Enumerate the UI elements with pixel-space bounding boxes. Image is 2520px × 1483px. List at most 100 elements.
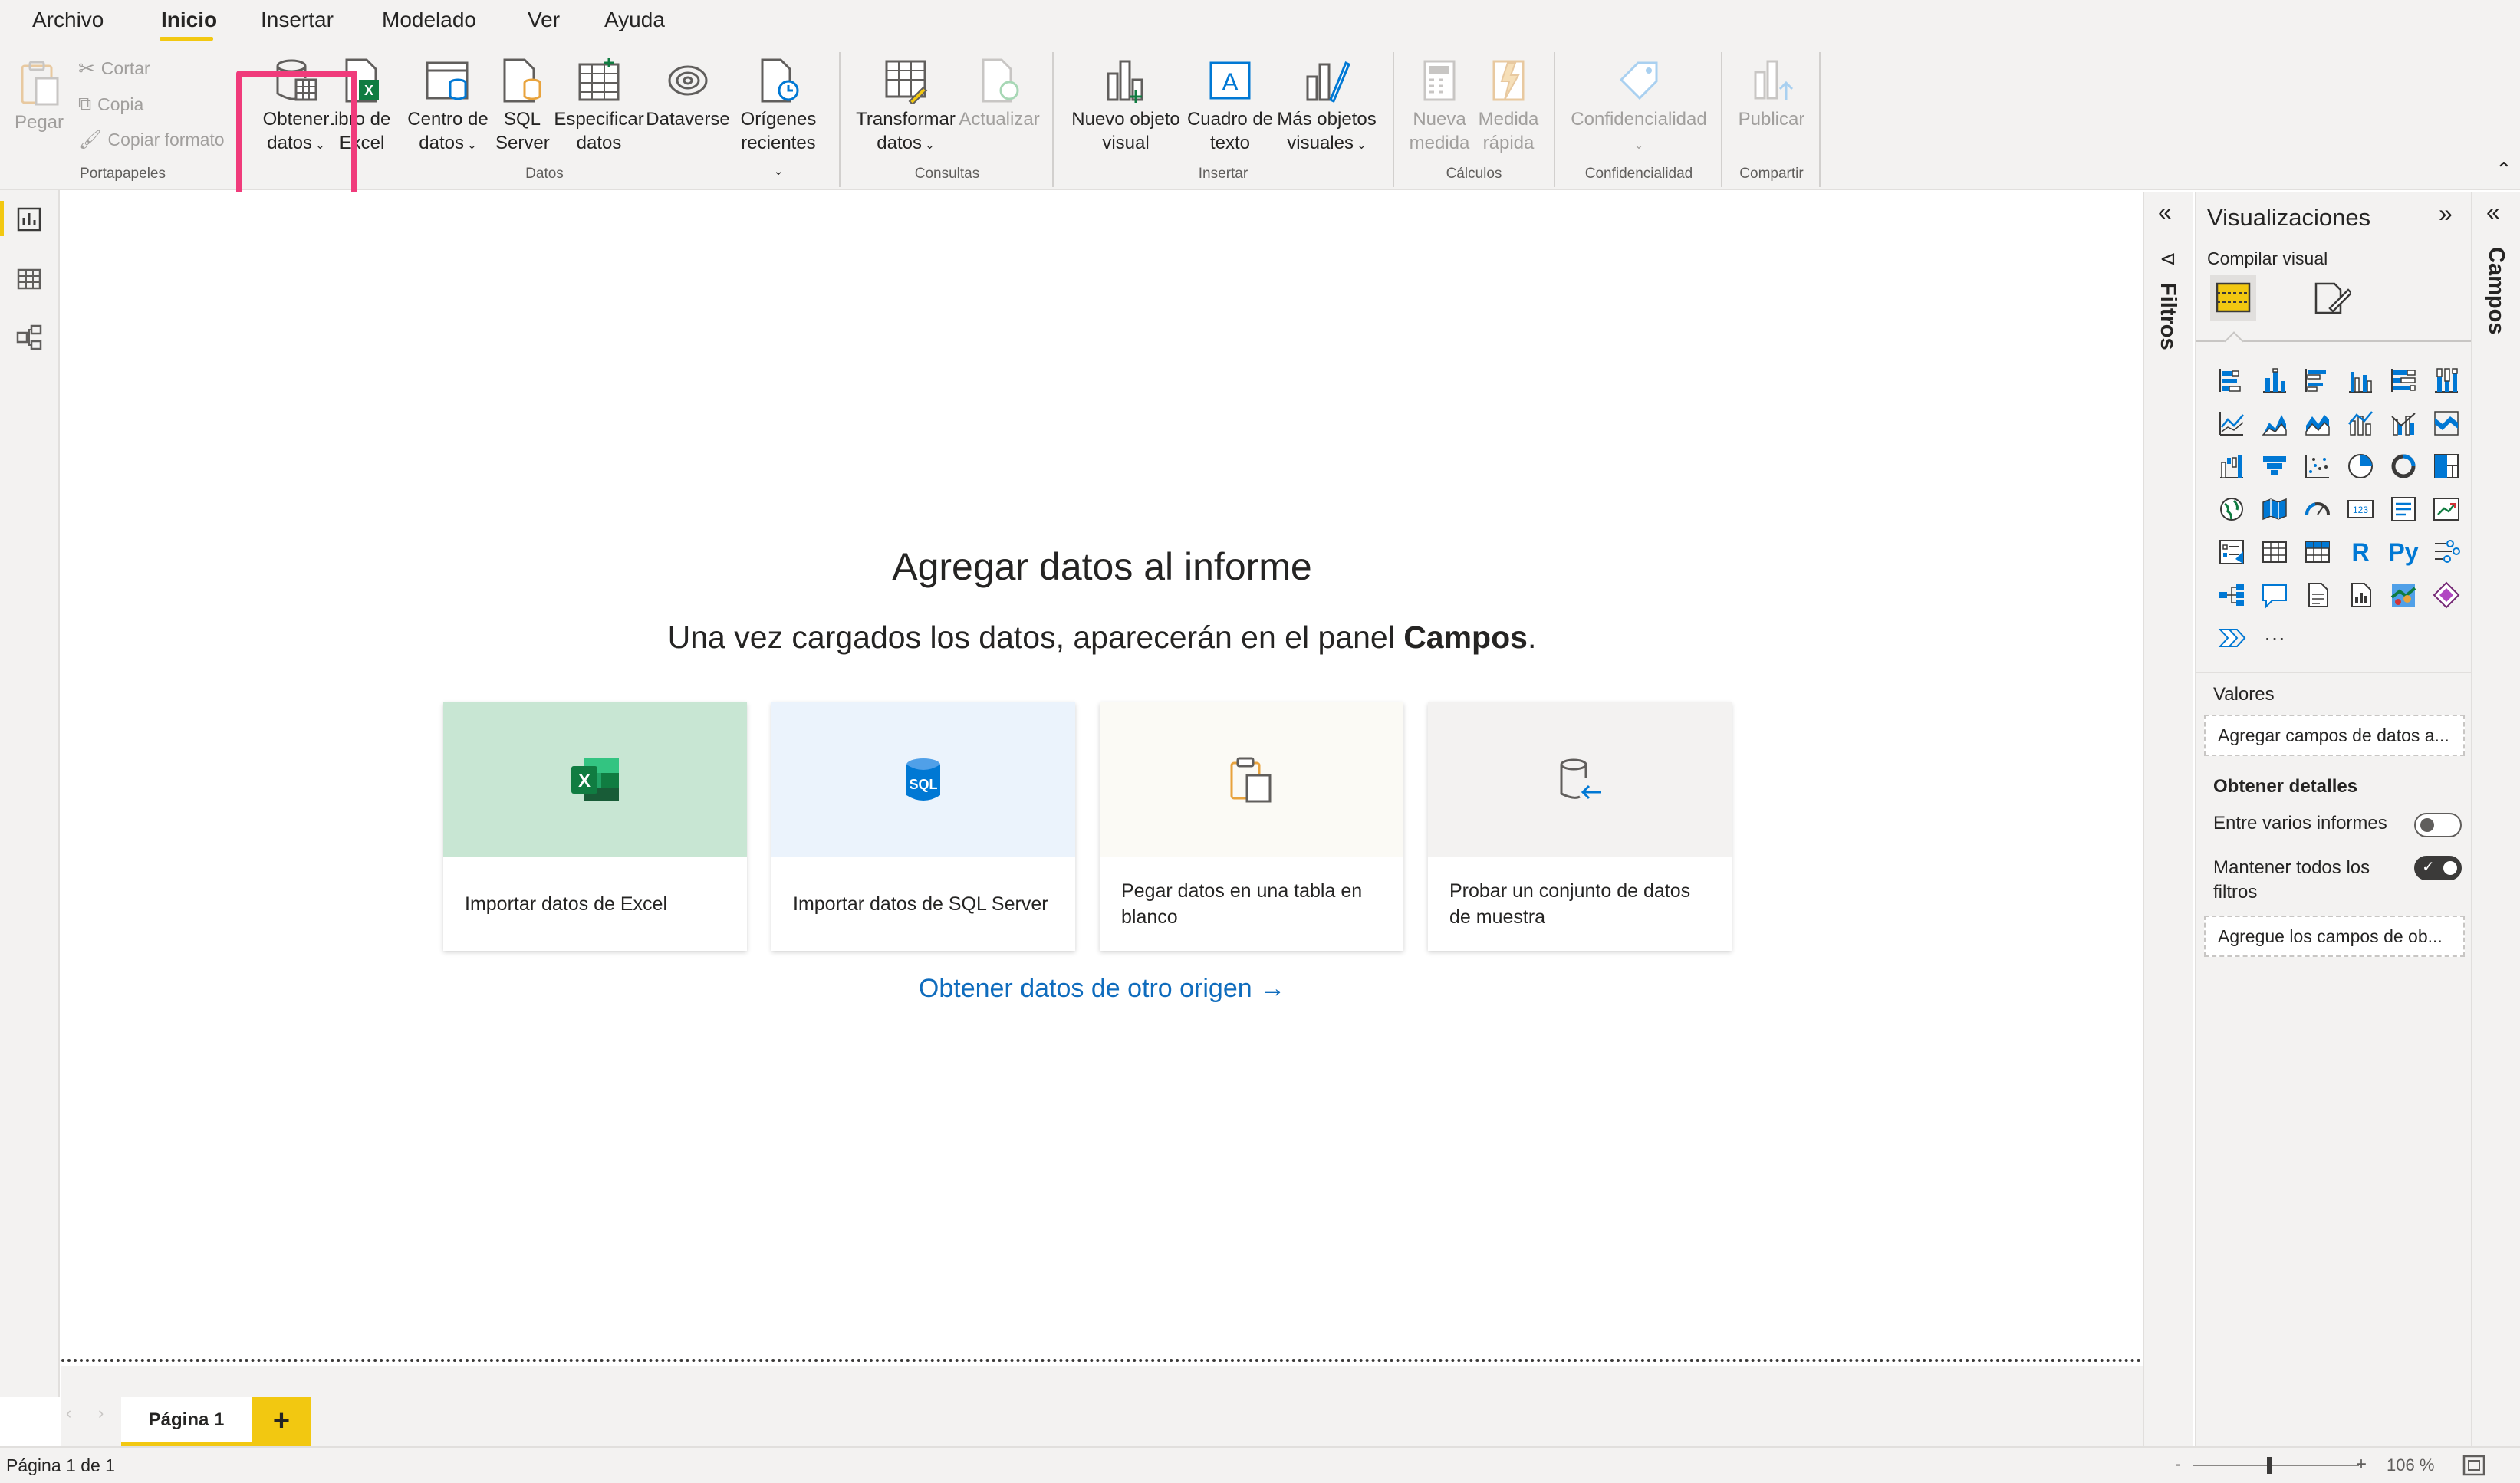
power-automate-icon[interactable] xyxy=(2210,617,2253,659)
slicer-icon[interactable] xyxy=(2210,531,2253,574)
scatter-chart-icon[interactable] xyxy=(2296,445,2339,488)
donut-chart-icon[interactable] xyxy=(2382,445,2425,488)
card-visual-icon[interactable]: 123 xyxy=(2339,488,2382,531)
dataverse-button[interactable]: Dataverse xyxy=(644,57,732,131)
table-visual-icon[interactable] xyxy=(2253,531,2296,574)
build-visual-tab[interactable] xyxy=(2210,275,2256,321)
more-visuals-ellipsis[interactable]: ··· xyxy=(2253,617,2296,659)
kpi-icon[interactable] xyxy=(2425,488,2468,531)
power-apps-icon[interactable] xyxy=(2425,574,2468,617)
quick-measure-button[interactable]: Medida rápida xyxy=(1472,57,1545,155)
map-icon[interactable] xyxy=(2210,488,2253,531)
paste-data-card[interactable]: Pegar datos en una tabla en blanco xyxy=(1100,702,1403,951)
fields-pane[interactable]: « Campos xyxy=(2471,192,2520,1446)
line-clustered-column-icon[interactable] xyxy=(2382,402,2425,445)
line-stacked-column-icon[interactable] xyxy=(2339,402,2382,445)
sql-server-button[interactable]: SQL Server xyxy=(495,57,550,155)
collapse-visualizations-icon[interactable]: » xyxy=(2439,199,2453,228)
stacked-bar-chart-icon[interactable] xyxy=(2210,359,2253,402)
ribbon-separator xyxy=(1554,52,1555,187)
drillthrough-dropzone[interactable]: Agregue los campos de ob... xyxy=(2204,916,2465,957)
expand-filters-icon[interactable]: « xyxy=(2158,198,2172,226)
100-stacked-column-chart-icon[interactable] xyxy=(2425,359,2468,402)
sql-file-icon xyxy=(503,58,541,103)
sensitivity-tag-icon xyxy=(1619,61,1658,100)
chevron-right-icon[interactable]: › xyxy=(98,1403,104,1423)
data-view-icon[interactable] xyxy=(15,265,43,293)
paste-label: Pegar xyxy=(14,112,64,133)
menu-insertar[interactable]: Insertar xyxy=(261,8,334,32)
expand-fields-icon[interactable]: « xyxy=(2486,198,2500,226)
area-chart-icon[interactable] xyxy=(2253,402,2296,445)
values-dropzone[interactable]: Agregar campos de datos a... xyxy=(2204,715,2465,756)
cut-button[interactable]: ✂ Cortar xyxy=(78,57,150,81)
funnel-chart-icon[interactable] xyxy=(2253,445,2296,488)
format-visual-tab[interactable] xyxy=(2311,281,2353,320)
filters-pane[interactable]: « ⊲ Filtros xyxy=(2143,192,2193,1446)
zoom-slider-track[interactable] xyxy=(2193,1465,2359,1466)
new-visual-button[interactable]: Nuevo objeto visual xyxy=(1066,57,1186,155)
add-page-button[interactable]: + xyxy=(252,1397,311,1446)
get-data-other-source-link[interactable]: Obtener datos de otro origen → xyxy=(61,974,2143,1004)
report-canvas[interactable]: Agregar datos al informe Una vez cargado… xyxy=(61,192,2143,1366)
more-visuals-button[interactable]: Más objetos visuales ⌄ xyxy=(1275,57,1379,157)
qna-icon[interactable] xyxy=(2253,574,2296,617)
sample-data-card[interactable]: Probar un conjunto de datos de muestra xyxy=(1428,702,1732,951)
model-view-icon[interactable] xyxy=(15,324,43,351)
ribbon-chart-icon[interactable] xyxy=(2425,402,2468,445)
line-chart-icon[interactable] xyxy=(2210,402,2253,445)
transform-data-button[interactable]: Transformar datos ⌄ xyxy=(853,57,959,157)
publish-button[interactable]: Publicar xyxy=(1727,57,1816,131)
paste-button[interactable]: Pegar xyxy=(12,60,66,134)
decomposition-tree-icon[interactable] xyxy=(2210,574,2253,617)
menu-ver[interactable]: Ver xyxy=(528,8,560,32)
treemap-icon[interactable] xyxy=(2425,445,2468,488)
menu-archivo[interactable]: Archivo xyxy=(32,8,104,32)
zoom-in-button[interactable]: + xyxy=(2356,1454,2367,1475)
report-view-icon[interactable] xyxy=(15,206,43,233)
azure-map-icon[interactable] xyxy=(2382,574,2425,617)
import-excel-card[interactable]: X Importar datos de Excel xyxy=(443,702,747,951)
menu-modelado[interactable]: Modelado xyxy=(382,8,476,32)
format-painter-button[interactable]: 🖌 Copiar formato xyxy=(78,129,225,151)
import-sql-card[interactable]: SQL Importar datos de SQL Server xyxy=(771,702,1075,951)
100-stacked-bar-chart-icon[interactable] xyxy=(2382,359,2425,402)
transform-label-2: datos xyxy=(877,133,922,153)
zoom-slider-thumb[interactable] xyxy=(2267,1457,2272,1474)
sensitivity-label: Confidencialidad xyxy=(1571,109,1707,130)
menu-inicio[interactable]: Inicio xyxy=(161,8,217,32)
stacked-column-chart-icon[interactable] xyxy=(2253,359,2296,402)
pie-chart-icon[interactable] xyxy=(2339,445,2382,488)
collapse-ribbon-icon[interactable]: ⌃ xyxy=(2495,158,2512,182)
fit-to-page-icon[interactable] xyxy=(2462,1454,2486,1477)
stacked-area-chart-icon[interactable] xyxy=(2296,402,2339,445)
clustered-column-chart-icon[interactable] xyxy=(2339,359,2382,402)
menu-ayuda[interactable]: Ayuda xyxy=(604,8,665,32)
new-measure-button[interactable]: Nueva medida xyxy=(1403,57,1475,155)
page-tab-1[interactable]: Página 1 xyxy=(121,1397,252,1446)
refresh-button[interactable]: Actualizar xyxy=(957,57,1041,131)
key-influencers-icon[interactable] xyxy=(2425,531,2468,574)
paginated-report-icon[interactable] xyxy=(2339,574,2382,617)
r-visual-label: R xyxy=(2351,538,2370,566)
copy-button[interactable]: ⧉ Copia xyxy=(78,94,143,115)
python-visual-icon[interactable]: Py xyxy=(2382,531,2425,574)
waterfall-chart-icon[interactable] xyxy=(2210,445,2253,488)
zoom-out-button[interactable]: - xyxy=(2175,1454,2181,1475)
chevron-left-icon[interactable]: ‹ xyxy=(66,1403,71,1423)
matrix-icon[interactable] xyxy=(2296,531,2339,574)
filled-map-icon[interactable] xyxy=(2253,488,2296,531)
ribbon-separator xyxy=(1052,52,1054,187)
gauge-icon[interactable] xyxy=(2296,488,2339,531)
recent-sources-button[interactable]: Orígenes recientes ⌄ xyxy=(735,57,822,183)
multi-row-card-icon[interactable] xyxy=(2382,488,2425,531)
r-visual-icon[interactable]: R xyxy=(2339,531,2382,574)
data-hub-button[interactable]: Centro de datos ⌄ xyxy=(405,57,491,157)
cross-report-toggle[interactable] xyxy=(2414,813,2462,837)
text-box-button[interactable]: A Cuadro de texto xyxy=(1186,57,1275,155)
enter-data-button[interactable]: Especificar datos xyxy=(554,57,644,155)
smart-narrative-icon[interactable] xyxy=(2296,574,2339,617)
clustered-bar-chart-icon[interactable] xyxy=(2296,359,2339,402)
keep-filters-toggle[interactable]: ✓ xyxy=(2414,856,2462,880)
sensitivity-button[interactable]: Confidencialidad ⌄ xyxy=(1564,57,1713,157)
